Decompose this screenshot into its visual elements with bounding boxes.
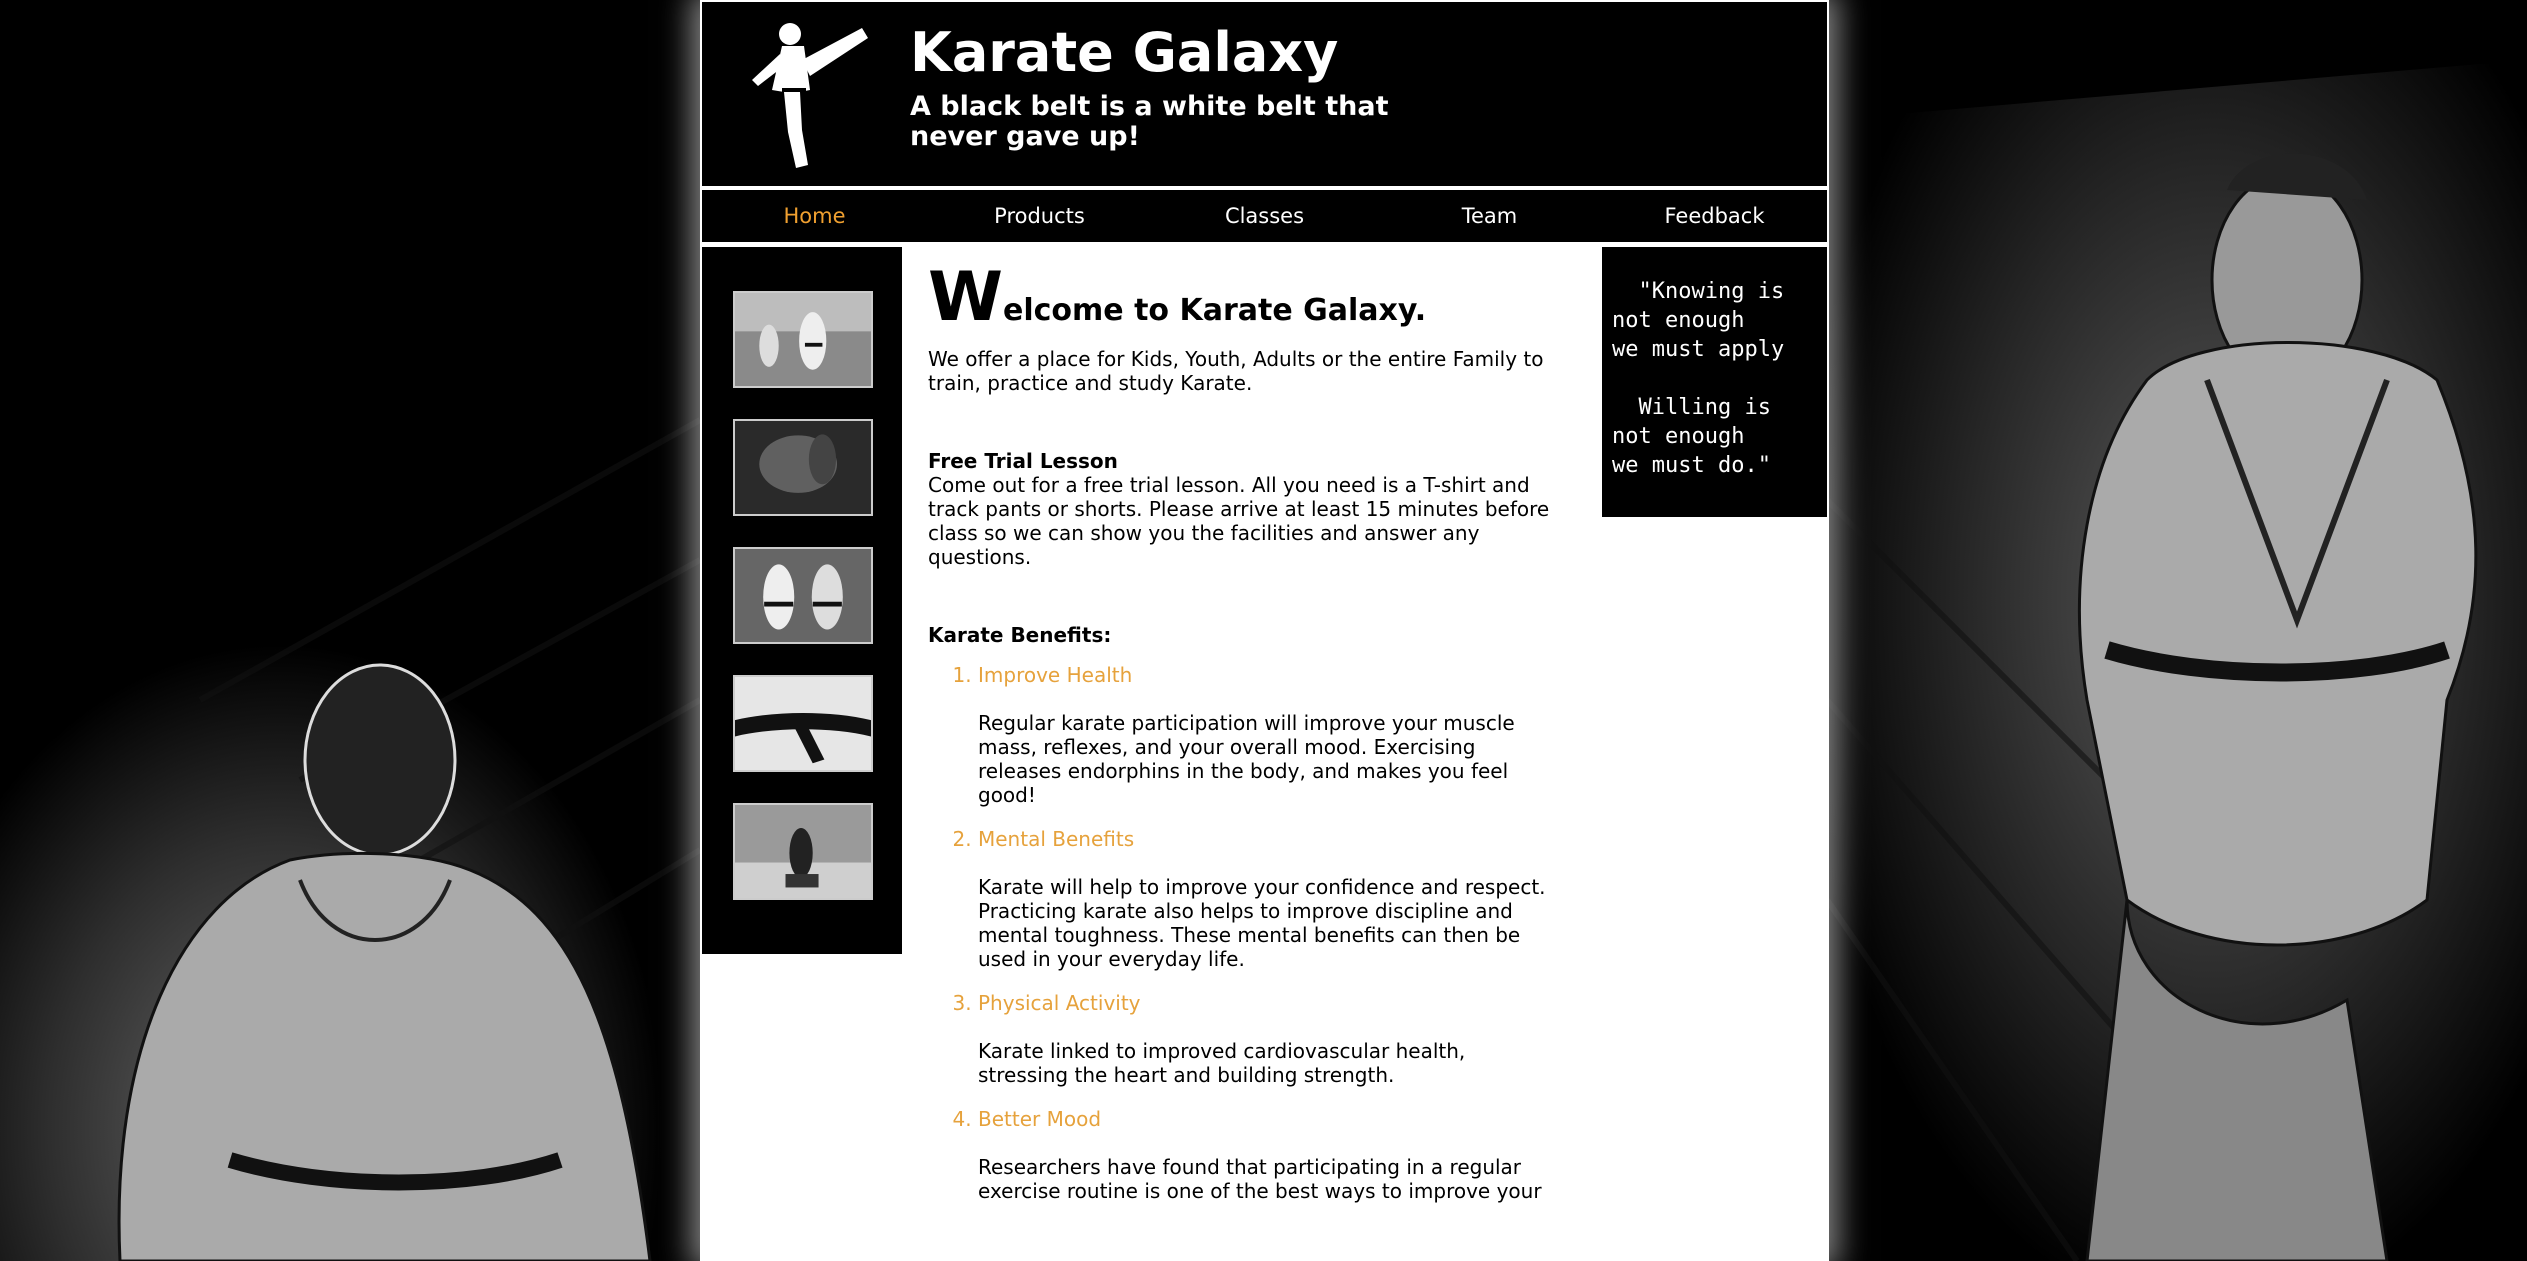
benefit-name: Improve Health: [978, 663, 1133, 687]
list-item: Better Mood Researchers have found that …: [978, 1107, 1558, 1203]
benefit-description: Researchers have found that participatin…: [978, 1155, 1542, 1203]
quote-text: "Knowing is not enough we must apply Wil…: [1612, 279, 1785, 478]
nav-products[interactable]: Products: [927, 204, 1152, 228]
page-container: Karate Galaxy A black belt is a white be…: [700, 0, 1829, 1261]
karate-kick-logo: [752, 23, 868, 168]
black-belt-photo[interactable]: [733, 675, 873, 772]
benefits-heading: Karate Benefits:: [928, 623, 1112, 647]
trial-heading: Free Trial Lesson: [928, 449, 1118, 473]
main-content: Welcome to Karate Galaxy. We offer a pla…: [928, 264, 1558, 1223]
karate-class-photo[interactable]: [733, 291, 873, 388]
list-item: Mental Benefits Karate will help to impr…: [978, 827, 1558, 971]
main-nav: Home Products Classes Team Feedback: [702, 190, 1827, 242]
nav-team[interactable]: Team: [1377, 204, 1602, 228]
site-title: Karate Galaxy: [910, 21, 1339, 84]
trial-text: Come out for a free trial lesson. All yo…: [928, 473, 1550, 569]
quote-box: "Knowing is not enough we must apply Wil…: [1602, 247, 1827, 517]
list-item: Improve Health Regular karate participat…: [978, 663, 1558, 807]
welcome-heading: Welcome to Karate Galaxy.: [928, 264, 1558, 341]
list-item: Physical Activity Karate linked to impro…: [978, 991, 1558, 1087]
benefit-name: Physical Activity: [978, 991, 1141, 1015]
intro-text: We offer a place for Kids, Youth, Adults…: [928, 347, 1544, 395]
benefit-name: Better Mood: [978, 1107, 1102, 1131]
benefit-description: Karate linked to improved cardiovascular…: [978, 1039, 1466, 1087]
nav-home[interactable]: Home: [702, 204, 927, 228]
welcome-initial: W: [928, 258, 1004, 337]
benefits-list: Improve Health Regular karate participat…: [928, 663, 1558, 1203]
karate-sparring-photo[interactable]: [733, 547, 873, 644]
benefit-description: Regular karate participation will improv…: [978, 711, 1515, 807]
photo-gallery: [702, 247, 902, 954]
welcome-text: elcome to Karate Galaxy.: [1003, 293, 1427, 328]
benefit-description: Karate will help to improve your confide…: [978, 875, 1546, 971]
nav-classes[interactable]: Classes: [1152, 204, 1377, 228]
kneeling-karateka-photo[interactable]: [733, 803, 873, 900]
nav-feedback[interactable]: Feedback: [1602, 204, 1827, 228]
kneeling-karateka-illustration: [1827, 0, 2527, 1261]
site-tagline: A black belt is a white belt that never …: [910, 91, 1389, 152]
benefit-name: Mental Benefits: [978, 827, 1135, 851]
karateka-back-illustration: [0, 0, 700, 1261]
site-header: Karate Galaxy A black belt is a white be…: [702, 2, 1827, 186]
karate-fighter-photo[interactable]: [733, 419, 873, 516]
